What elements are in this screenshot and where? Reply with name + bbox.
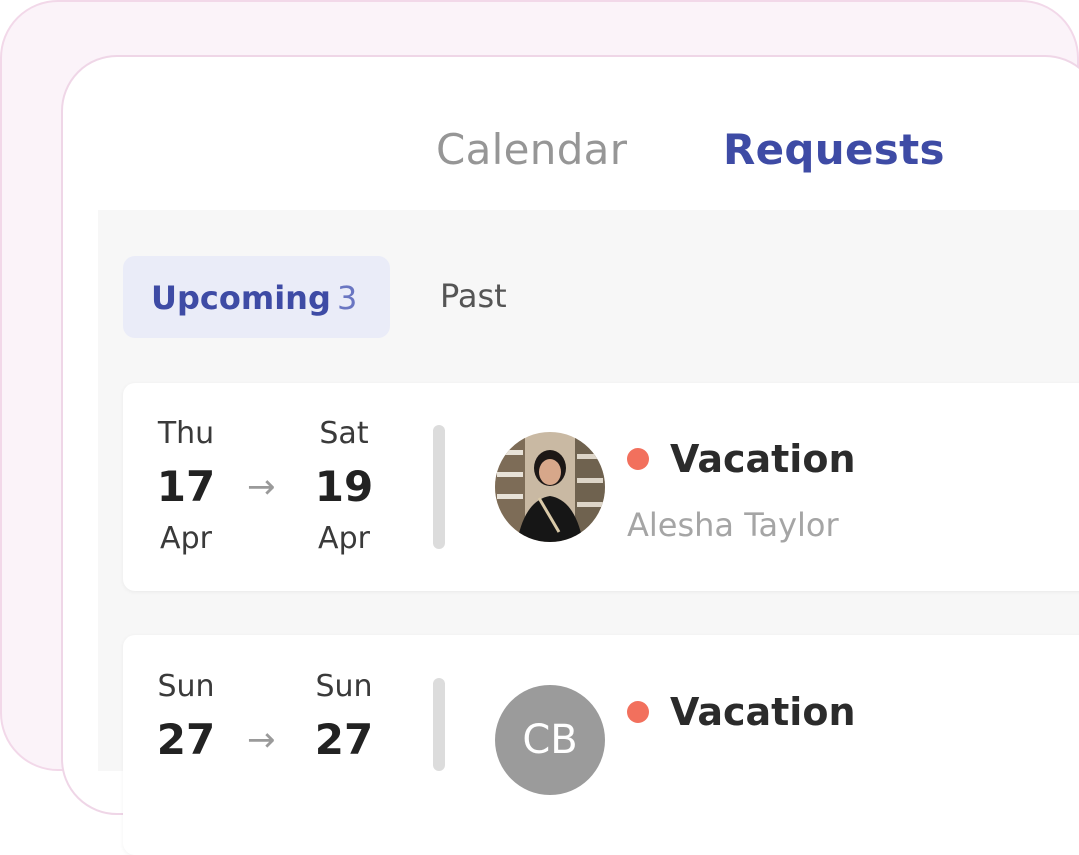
start-day: 27 (156, 715, 216, 764)
tab-calendar[interactable]: Calendar (436, 122, 627, 178)
tab-requests[interactable]: Requests (723, 122, 945, 178)
request-type: Vacation (670, 437, 856, 481)
card-divider (433, 425, 445, 549)
end-day-of-week: Sat (319, 416, 369, 451)
request-type: Vacation (670, 690, 856, 734)
upcoming-count-badge: 3 (337, 279, 358, 317)
avatar: CB (495, 685, 605, 795)
card-divider (433, 678, 445, 771)
start-month: Apr (160, 521, 212, 556)
requester-name: Alesha Taylor (627, 506, 839, 544)
end-day: 19 (314, 462, 374, 511)
start-day-of-week: Thu (157, 416, 215, 451)
arrow-right-icon: → (247, 467, 276, 507)
end-day: 27 (314, 715, 374, 764)
start-day: 17 (156, 462, 216, 511)
filter-past-button[interactable]: Past (440, 274, 507, 318)
arrow-right-icon: → (247, 720, 276, 760)
status-dot (627, 448, 649, 470)
end-month: Apr (318, 521, 370, 556)
status-dot (627, 701, 649, 723)
start-day-of-week: Sun (157, 669, 215, 704)
filter-upcoming-label: Upcoming (151, 279, 331, 317)
avatar (495, 432, 605, 542)
end-day-of-week: Sun (315, 669, 373, 704)
